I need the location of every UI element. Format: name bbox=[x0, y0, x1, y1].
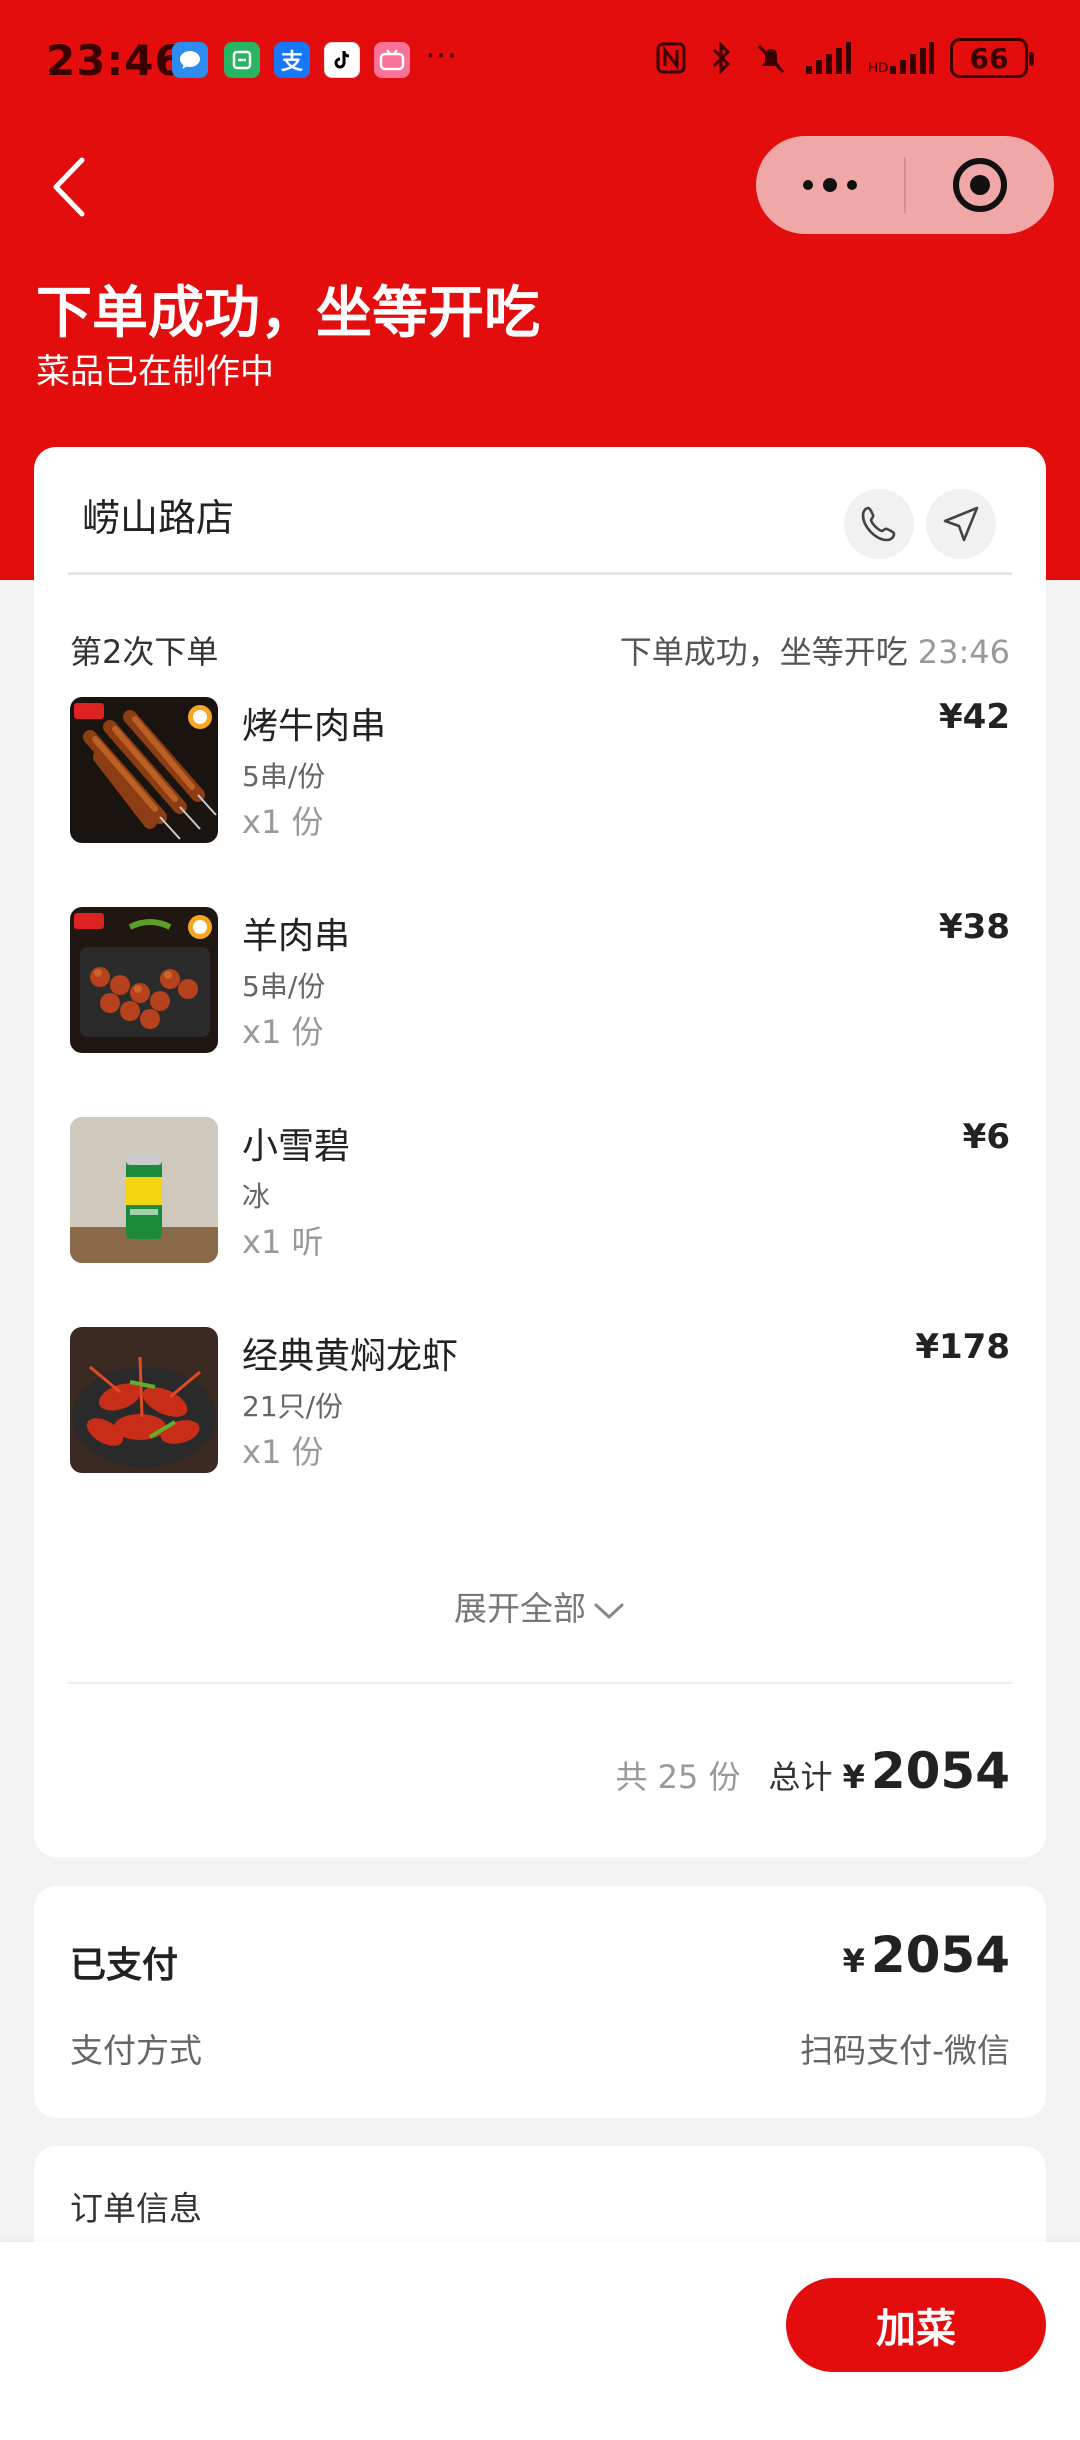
order-item[interactable]: 烤牛肉串 5串/份 x1 份 ¥42 bbox=[70, 697, 1010, 847]
paid-amount: ¥ 2054 bbox=[843, 1926, 1010, 1984]
signal-2-icon: HD bbox=[868, 42, 934, 75]
divider bbox=[68, 572, 1012, 575]
total-currency: ¥ bbox=[842, 1758, 865, 1796]
navigation-arrow-icon bbox=[943, 506, 979, 542]
status-more-indicator: ··· bbox=[425, 36, 458, 76]
sprite-can-image bbox=[70, 1117, 218, 1263]
item-name: 小雪碧 bbox=[242, 1126, 351, 1167]
mi-home-icon bbox=[224, 42, 260, 78]
paid-currency: ¥ bbox=[842, 1942, 865, 1980]
order-item[interactable]: 小雪碧 冰 x1 听 ¥6 bbox=[70, 1117, 1010, 1267]
status-bar: 23:46 支 ··· HD 66 bbox=[0, 0, 1080, 120]
signal-icon bbox=[806, 42, 851, 74]
bottom-action-bar: 加菜 bbox=[0, 2242, 1080, 2440]
item-spec: 5串/份 bbox=[242, 970, 326, 1003]
total-label: 总计 bbox=[768, 1758, 833, 1796]
item-count: 共 25 份 bbox=[615, 1758, 741, 1796]
message-app-icon bbox=[172, 42, 208, 78]
close-miniprogram-button[interactable] bbox=[906, 136, 1054, 234]
total-amount: 2054 bbox=[870, 1742, 1010, 1800]
nfc-icon bbox=[656, 42, 686, 74]
paid-value: 2054 bbox=[870, 1926, 1010, 1984]
payment-method-value: 扫码支付-微信 bbox=[800, 2031, 1010, 2070]
call-store-button[interactable] bbox=[844, 489, 914, 559]
payment-card: 已支付 ¥ 2054 支付方式 扫码支付-微信 bbox=[34, 1886, 1046, 2118]
order-item[interactable]: 羊肉串 5串/份 x1 份 ¥38 bbox=[70, 907, 1010, 1057]
chevron-down-icon bbox=[594, 1603, 624, 1618]
order-info-title: 订单信息 bbox=[70, 2189, 202, 2228]
svg-text:HD: HD bbox=[868, 59, 888, 75]
payment-method-label: 支付方式 bbox=[70, 2031, 202, 2070]
item-price: ¥42 bbox=[939, 697, 1010, 737]
order-item[interactable]: 经典黄焖龙虾 21只/份 x1 份 ¥178 bbox=[70, 1327, 1010, 1477]
crayfish-image bbox=[70, 1327, 218, 1473]
phone-icon bbox=[861, 506, 896, 542]
page-title: 下单成功，坐等开吃 bbox=[36, 281, 540, 346]
order-batch-time: 23:46 bbox=[917, 633, 1010, 671]
beef-skewer-image bbox=[70, 697, 218, 843]
more-menu-button[interactable] bbox=[756, 136, 904, 234]
expand-all-button[interactable]: 展开全部 bbox=[34, 1582, 1046, 1630]
item-spec: 5串/份 bbox=[242, 760, 326, 793]
order-batch-status: 下单成功，坐等开吃 23:46 bbox=[619, 633, 1010, 671]
item-spec: 冰 bbox=[242, 1180, 271, 1213]
store-name: 崂山路店 bbox=[82, 496, 235, 540]
more-dots-icon bbox=[803, 178, 857, 192]
mute-bell-icon bbox=[757, 44, 785, 74]
payment-status: 已支付 bbox=[70, 1945, 179, 1986]
bilibili-icon bbox=[374, 42, 410, 78]
divider bbox=[68, 1682, 1012, 1684]
order-card: 崂山路店 第2次下单 下单成功，坐等开吃 23:46 烤牛肉串 5串/份 x1 … bbox=[34, 447, 1046, 1857]
bluetooth-icon bbox=[712, 41, 731, 75]
alipay-icon: 支 bbox=[274, 42, 310, 78]
item-price: ¥38 bbox=[939, 907, 1010, 947]
add-dishes-button[interactable]: 加菜 bbox=[786, 2278, 1046, 2372]
back-arrow-icon[interactable] bbox=[46, 152, 96, 222]
item-quantity: x1 份 bbox=[242, 1433, 324, 1471]
item-quantity: x1 份 bbox=[242, 1013, 324, 1051]
order-batch-label: 第2次下单 bbox=[70, 633, 219, 671]
battery-indicator: 66 bbox=[950, 38, 1034, 78]
target-close-icon bbox=[952, 158, 1007, 212]
item-price: ¥178 bbox=[915, 1327, 1010, 1367]
mini-program-capsule bbox=[756, 136, 1054, 234]
item-name: 羊肉串 bbox=[242, 916, 351, 957]
item-price: ¥6 bbox=[962, 1117, 1010, 1157]
lamb-skewer-image bbox=[70, 907, 218, 1053]
item-name: 经典黄焖龙虾 bbox=[242, 1336, 459, 1377]
item-quantity: x1 听 bbox=[242, 1223, 324, 1261]
item-quantity: x1 份 bbox=[242, 803, 324, 841]
page-subtitle: 菜品已在制作中 bbox=[36, 352, 274, 392]
status-time: 23:46 bbox=[46, 36, 185, 85]
navigate-store-button[interactable] bbox=[926, 489, 996, 559]
tiktok-icon bbox=[324, 42, 360, 78]
order-summary: 共 25 份 总计 ¥ 2054 bbox=[615, 1742, 1010, 1800]
item-name: 烤牛肉串 bbox=[242, 706, 387, 747]
item-spec: 21只/份 bbox=[242, 1390, 344, 1423]
